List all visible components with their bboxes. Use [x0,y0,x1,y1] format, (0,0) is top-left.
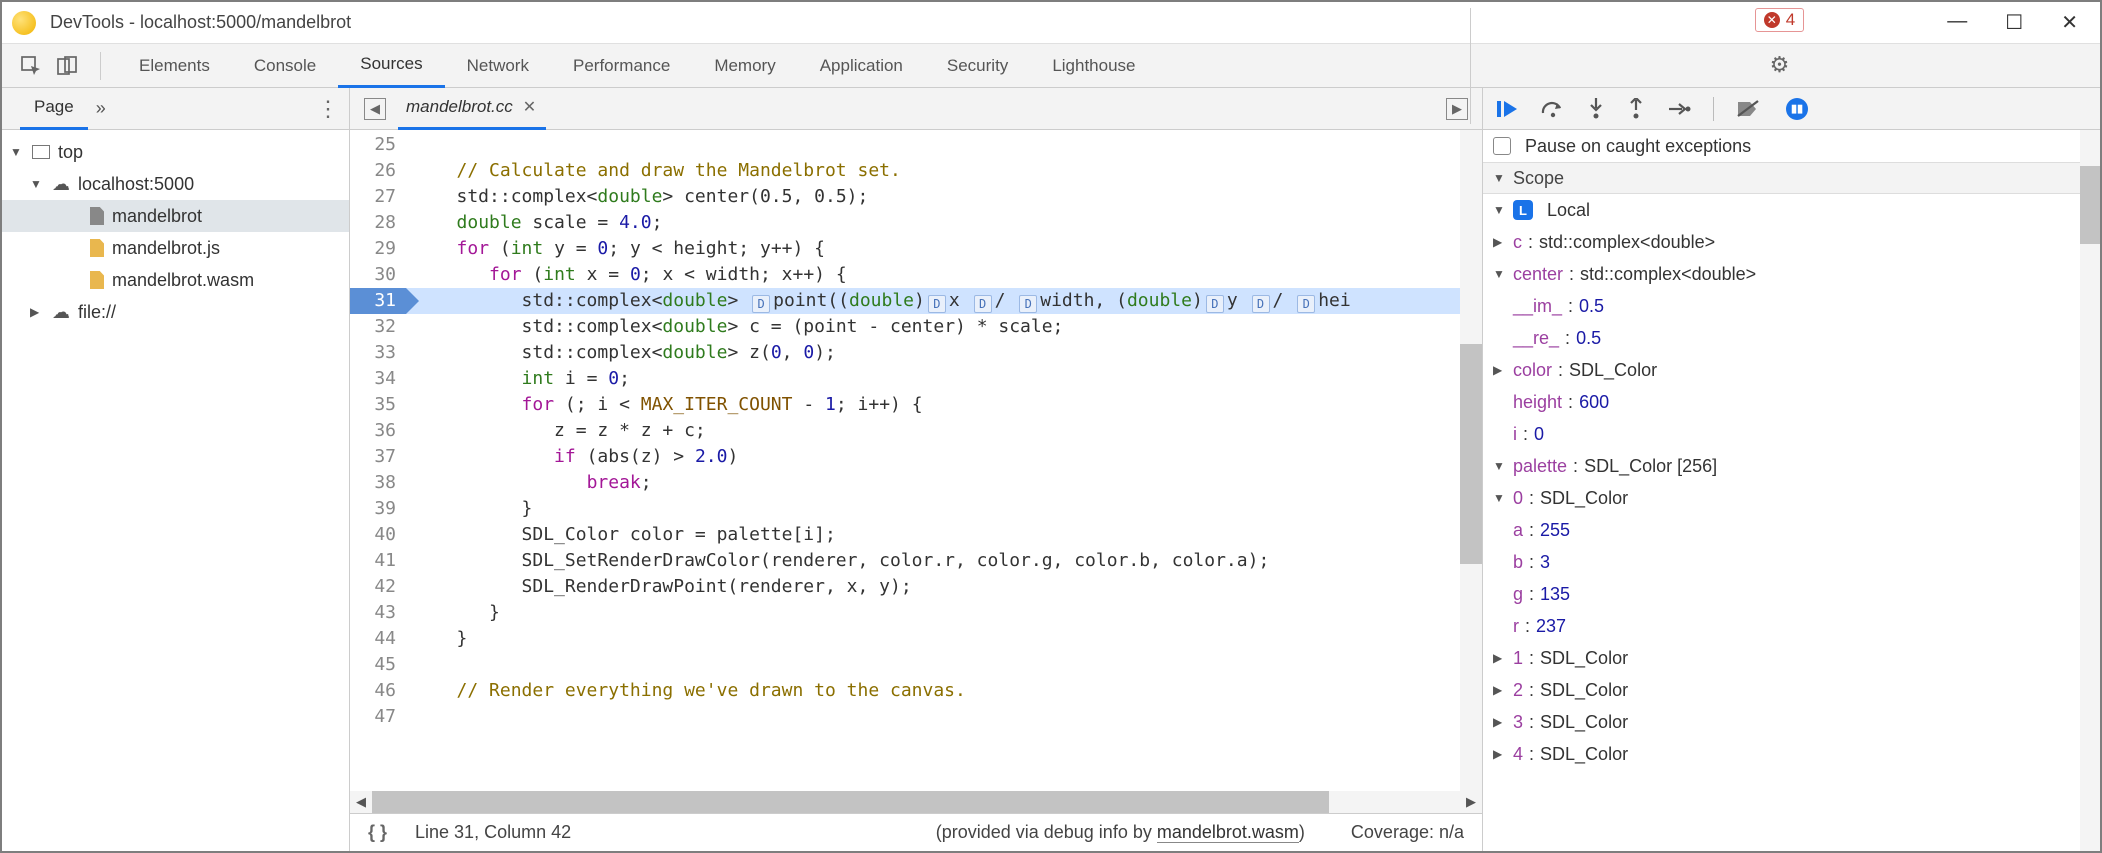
pause-caught-checkbox[interactable] [1493,137,1511,155]
step-into-icon[interactable] [1587,98,1605,120]
script-icon [90,271,104,289]
scope-local[interactable]: ▼LLocal [1483,194,2100,226]
var-palette-3[interactable]: ▶3: SDL_Color [1483,706,2100,738]
var-palette-0-r[interactable]: r: 237 [1483,610,2100,642]
editor-footer: { } Line 31, Column 42 (provided via deb… [350,813,1482,851]
pretty-print-icon[interactable]: { } [368,822,387,843]
var-palette-0-a[interactable]: a: 255 [1483,514,2100,546]
cloud-icon: ☁ [52,302,70,323]
tabs-divider [100,52,101,80]
editor-tab[interactable]: mandelbrot.cc ✕ [398,88,546,130]
var-i[interactable]: i: 0 [1483,418,2100,450]
navigator-header: Page » ⋮ [2,88,349,130]
navigator-menu-icon[interactable]: ⋮ [317,96,339,122]
hscroll-right-icon[interactable]: ▶ [1460,794,1482,810]
close-tab-icon[interactable]: ✕ [523,97,536,117]
var-palette-0[interactable]: ▼0: SDL_Color [1483,482,2100,514]
error-icon: ✕ [1764,12,1780,28]
editor-hscrollbar[interactable]: ◀ ▶ [350,791,1482,813]
frame-icon [32,145,50,159]
debug-info-link[interactable]: mandelbrot.wasm [1157,822,1299,843]
var-palette[interactable]: ▼palette: SDL_Color [256] [1483,450,2100,482]
tab-lighthouse[interactable]: Lighthouse [1030,44,1157,88]
hscroll-thumb[interactable] [372,791,1329,813]
tab-console[interactable]: Console [232,44,338,88]
gutter[interactable]: 2526272829303132333435363738394041424344… [350,130,406,791]
settings-icon[interactable]: ⚙ [1770,52,1790,78]
error-count-badge[interactable]: ✕ 4 [1755,8,1804,32]
window-title: DevTools - localhost:5000/mandelbrot [50,12,351,33]
editor-tab-name: mandelbrot.cc [406,97,513,117]
code-lines[interactable]: // Calculate and draw the Mandelbrot set… [406,130,1482,791]
devtools-favicon [12,11,36,35]
var-center-re[interactable]: __re_: 0.5 [1483,322,2100,354]
device-toolbar-icon[interactable] [56,55,78,77]
tab-application[interactable]: Application [798,44,925,88]
tree-origin[interactable]: ▼☁localhost:5000 [2,168,349,200]
code-area[interactable]: 2526272829303132333435363738394041424344… [350,130,1482,791]
nav-back-icon[interactable]: ◀ [364,98,386,120]
editor-vscrollbar[interactable] [1460,130,1482,791]
scope-vscroll-thumb[interactable] [2080,166,2100,244]
tab-network[interactable]: Network [445,44,551,88]
tree-file-mandelbrot-js[interactable]: mandelbrot.js [2,232,349,264]
nav-forward-icon[interactable]: ▶ [1446,98,1468,120]
var-c[interactable]: ▶c: std::complex<double> [1483,226,2100,258]
var-color[interactable]: ▶color: SDL_Color [1483,354,2100,386]
resume-icon[interactable] [1497,99,1519,119]
script-icon [90,239,104,257]
var-palette-4[interactable]: ▶4: SDL_Color [1483,738,2100,770]
tab-performance[interactable]: Performance [551,44,692,88]
tree-top[interactable]: ▼top [2,136,349,168]
tree-file-mandelbrot[interactable]: mandelbrot [2,200,349,232]
step-out-icon[interactable] [1627,98,1645,120]
editor-pane: ◀ mandelbrot.cc ✕ ▶ 25262728293031323334… [350,88,1482,851]
debug-body: Pause on caught exceptions ▼Scope ▼LLoca… [1483,130,2100,851]
toolbar-separator [1713,97,1714,121]
var-palette-0-g[interactable]: g: 135 [1483,578,2100,610]
var-height[interactable]: height: 600 [1483,386,2100,418]
page-tab[interactable]: Page [20,88,88,130]
debug-info-source: (provided via debug info by mandelbrot.w… [936,822,1305,843]
tree-file-mandelbrot-wasm[interactable]: mandelbrot.wasm [2,264,349,296]
pause-caught-label: Pause on caught exceptions [1525,136,1751,157]
pause-on-exceptions-icon[interactable]: ▮▮ [1786,98,1808,120]
cursor-position: Line 31, Column 42 [415,822,571,843]
scope-vscrollbar[interactable] [2080,130,2100,851]
tab-sources[interactable]: Sources [338,44,444,88]
cloud-icon: ☁ [52,174,70,195]
var-palette-2[interactable]: ▶2: SDL_Color [1483,674,2100,706]
tab-elements[interactable]: Elements [117,44,232,88]
scope-header[interactable]: ▼Scope [1483,162,2100,194]
var-center[interactable]: ▼center: std::complex<double> [1483,258,2100,290]
tree-file-scheme[interactable]: ▶☁file:// [2,296,349,328]
error-count: 4 [1786,10,1795,30]
tab-memory[interactable]: Memory [692,44,797,88]
navigator-pane: Page » ⋮ ▼top ▼☁localhost:5000 mandelbro… [2,88,350,851]
var-center-im[interactable]: __im_: 0.5 [1483,290,2100,322]
document-icon [90,207,104,225]
coverage-status: Coverage: n/a [1351,822,1464,843]
vscroll-thumb[interactable] [1460,344,1482,564]
select-element-icon[interactable] [20,55,42,77]
main-tabs: Elements Console Sources Network Perform… [2,44,2100,88]
step-over-icon[interactable] [1541,99,1565,119]
editor-header: ◀ mandelbrot.cc ✕ ▶ [350,88,1482,130]
tab-security[interactable]: Security [925,44,1030,88]
file-tree: ▼top ▼☁localhost:5000 mandelbrot mandelb… [2,130,349,851]
deactivate-breakpoints-icon[interactable] [1736,99,1760,119]
debug-toolbar: ▮▮ [1483,88,2100,130]
step-icon[interactable] [1667,100,1691,118]
var-palette-1[interactable]: ▶1: SDL_Color [1483,642,2100,674]
local-badge-icon: L [1513,200,1533,220]
var-palette-0-b[interactable]: b: 3 [1483,546,2100,578]
hscroll-left-icon[interactable]: ◀ [350,794,372,810]
more-tabs-icon[interactable]: » [96,98,106,119]
pause-caught-row[interactable]: Pause on caught exceptions [1483,130,2100,162]
debugger-pane: ▮▮ Pause on caught exceptions ▼Scope ▼LL… [1482,88,2100,851]
